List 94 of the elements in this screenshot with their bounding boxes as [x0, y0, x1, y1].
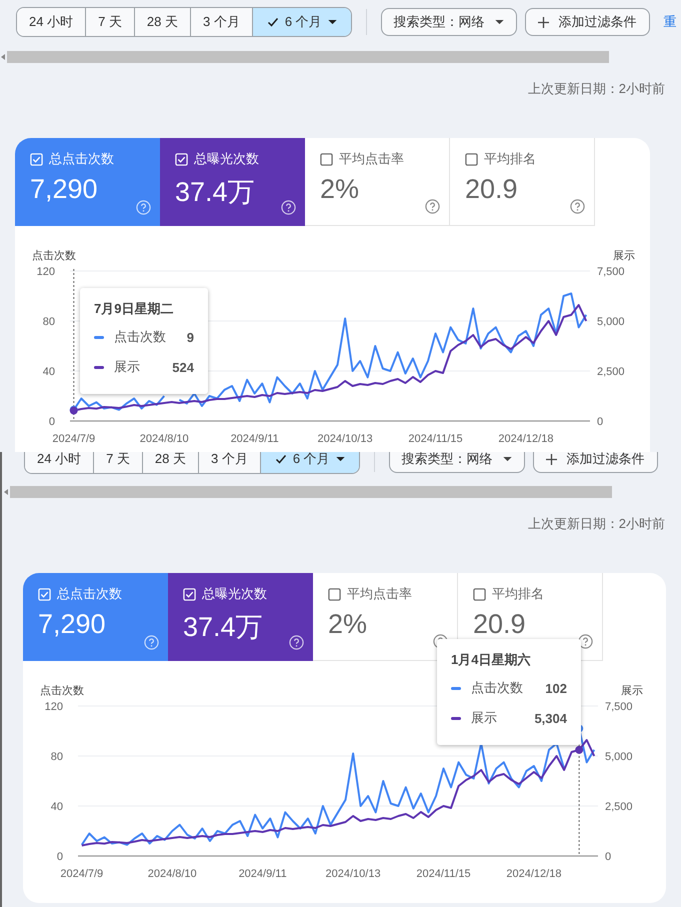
metric-value: 2% [320, 174, 360, 205]
y-axis-title: 展示 [613, 250, 635, 262]
y-axis-label: 0 [56, 851, 63, 863]
metric-label: 平均排名 [492, 585, 544, 603]
metric-label: 平均点击率 [339, 150, 404, 168]
x-axis-label: 2024/9/11 [230, 433, 279, 445]
x-axis-label: 2024/12/18 [506, 868, 562, 880]
y-axis-label: 120 [44, 701, 63, 713]
checkbox-icon[interactable] [328, 588, 341, 600]
help-icon[interactable] [425, 199, 440, 214]
scroll-left-icon[interactable] [1, 54, 5, 60]
metric-tile[interactable]: 平均排名 20.9 [450, 138, 595, 226]
check-icon [274, 453, 287, 465]
metric-label: 总点击次数 [49, 150, 114, 168]
add-filter-button[interactable]: 添加过滤条件 [532, 452, 658, 473]
y-axis-label: 2,500 [605, 801, 633, 813]
help-icon[interactable] [570, 199, 585, 214]
y-axis-label: 5,000 [597, 316, 625, 328]
x-axis-label: 2024/9/11 [238, 868, 287, 880]
y-axis-label: 0 [605, 851, 612, 863]
metric-value: 7,290 [38, 609, 106, 640]
y-axis-label: 0 [48, 416, 55, 428]
tooltip-value: 5,304 [534, 710, 567, 726]
x-axis-label: 2024/8/10 [140, 433, 189, 445]
metric-label: 平均点击率 [347, 585, 412, 603]
help-icon[interactable] [578, 634, 593, 649]
date-range-tab[interactable]: 3 个月 [199, 452, 261, 473]
metric-value: 2% [328, 609, 368, 640]
tooltip-value: 9 [186, 330, 194, 344]
metric-label: 总曝光次数 [202, 585, 267, 603]
caret-icon [328, 20, 337, 24]
metric-label: 总点击次数 [57, 585, 122, 603]
hover-point [575, 746, 584, 754]
caret-icon [494, 20, 504, 24]
checkbox-icon[interactable] [320, 152, 333, 166]
checkbox-icon[interactable] [473, 588, 486, 600]
y-axis-label: 40 [42, 366, 55, 378]
tooltip-label: 展示 [471, 709, 498, 727]
x-axis-label: 2024/11/15 [408, 433, 463, 445]
date-range-tab[interactable]: 28 天 [142, 452, 199, 473]
search-type-dropdown[interactable]: 搜索类型：网络 [380, 8, 517, 36]
date-range-tab[interactable]: 6 个月 [252, 8, 351, 36]
tooltip-value: 524 [172, 360, 194, 374]
x-axis-label: 2024/10/13 [326, 868, 381, 880]
metric-label: 总曝光次数 [194, 150, 259, 168]
metric-label: 平均排名 [484, 150, 536, 168]
metric-tile[interactable]: 平均点击率 2% [305, 138, 450, 226]
tooltip-value: 102 [545, 680, 567, 696]
y-axis-label: 80 [42, 316, 55, 328]
plus-icon [546, 454, 557, 464]
y-axis-label: 5,000 [605, 751, 633, 763]
y-axis-title: 点击次数 [32, 250, 76, 262]
metric-value: 20.9 [465, 174, 518, 205]
date-range-tab[interactable]: 24 小时 [25, 452, 94, 473]
tooltip-date: 7月9日星期二 [94, 300, 174, 318]
date-range-tab[interactable]: 3 个月 [191, 8, 253, 36]
last-updated-text: 上次更新日期：2小时前 [526, 80, 665, 98]
y-axis-title: 点击次数 [40, 685, 84, 697]
search-type-dropdown[interactable]: 搜索类型：网络 [388, 452, 525, 473]
tooltip-label: 展示 [114, 358, 141, 376]
metric-value: 20.9 [473, 609, 526, 640]
checkbox-icon[interactable] [465, 152, 478, 166]
tooltip-label: 点击次数 [471, 679, 524, 697]
x-axis-label: 2024/7/9 [60, 868, 104, 880]
y-axis-label: 120 [36, 266, 55, 278]
date-range-tab[interactable]: 6 个月 [260, 452, 359, 473]
caret-icon [502, 456, 512, 462]
y-axis-title: 展示 [621, 685, 643, 697]
date-range-tab[interactable]: 7 天 [86, 8, 135, 36]
reset-link[interactable]: 重 [664, 13, 677, 31]
x-axis-label: 2024/8/10 [148, 868, 197, 880]
check-icon [266, 16, 279, 28]
metric-value: 37.4万 [175, 176, 255, 209]
caret-icon [336, 456, 345, 462]
metric-value: 7,290 [30, 174, 98, 205]
x-axis-label: 2024/12/18 [498, 433, 554, 445]
y-axis-label: 80 [50, 751, 63, 763]
date-range-tab[interactable]: 28 天 [134, 8, 191, 36]
last-updated-text: 上次更新日期：2小时前 [526, 515, 665, 533]
y-axis-label: 40 [50, 801, 63, 813]
x-axis-label: 2024/10/13 [318, 433, 373, 445]
add-filter-button[interactable]: 添加过滤条件 [524, 8, 650, 36]
date-range-tab[interactable]: 7 天 [94, 452, 143, 473]
scroll-left-icon[interactable] [4, 489, 8, 495]
tooltip-label: 点击次数 [114, 328, 167, 346]
metric-value: 37.4万 [183, 611, 263, 644]
x-axis-label: 2024/7/9 [52, 433, 96, 445]
y-axis-label: 7,500 [605, 701, 633, 713]
y-axis-label: 7,500 [597, 266, 625, 278]
date-range-tab[interactable]: 24 小时 [17, 8, 86, 36]
y-axis-label: 0 [597, 416, 604, 428]
x-axis-label: 2024/11/15 [416, 868, 471, 880]
y-axis-label: 2,500 [597, 366, 625, 378]
plus-icon [538, 16, 549, 28]
